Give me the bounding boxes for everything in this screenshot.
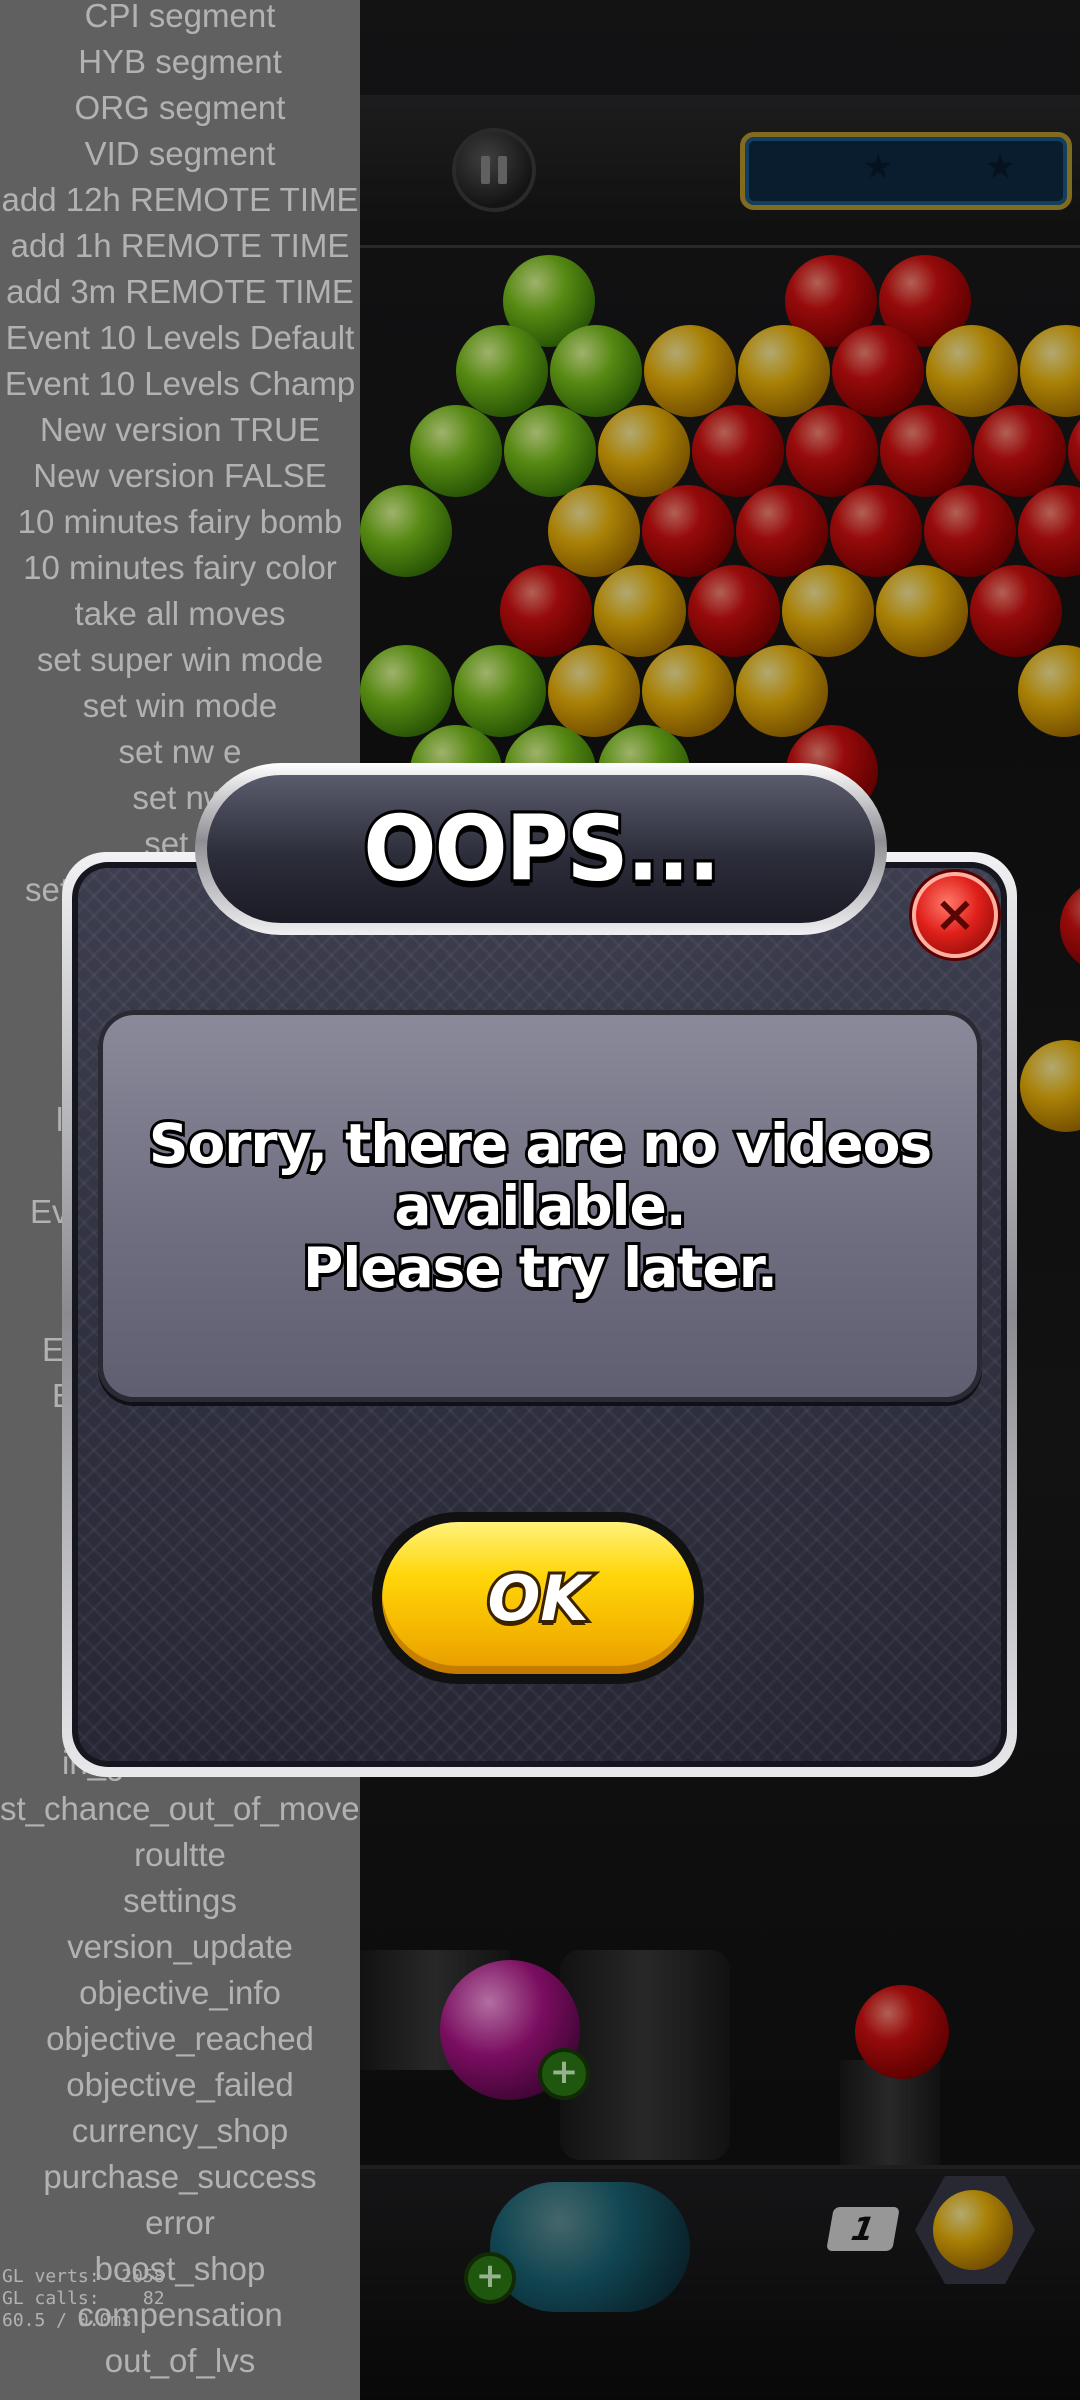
message-line: Please try later. bbox=[300, 1234, 781, 1302]
close-button[interactable]: × bbox=[912, 872, 998, 958]
ok-button-face[interactable]: OK bbox=[382, 1522, 694, 1674]
message-line: Sorry, there are no videos bbox=[146, 1110, 935, 1178]
ok-button-label: OK bbox=[485, 1559, 592, 1638]
ok-button[interactable]: OK bbox=[372, 1512, 704, 1684]
dialog-title-plate: OOPS... bbox=[195, 763, 887, 935]
message-panel: Sorry, there are no videos available. Pl… bbox=[98, 1010, 982, 1402]
oops-dialog: OOPS... × Sorry, there are no videos ava… bbox=[0, 0, 1080, 2400]
close-icon: × bbox=[934, 885, 976, 943]
dialog-message: Sorry, there are no videos available. Pl… bbox=[146, 1110, 935, 1302]
dialog-title-plate-inner: OOPS... bbox=[207, 775, 875, 923]
dialog-title: OOPS... bbox=[360, 793, 723, 904]
message-line: available. bbox=[391, 1172, 689, 1240]
